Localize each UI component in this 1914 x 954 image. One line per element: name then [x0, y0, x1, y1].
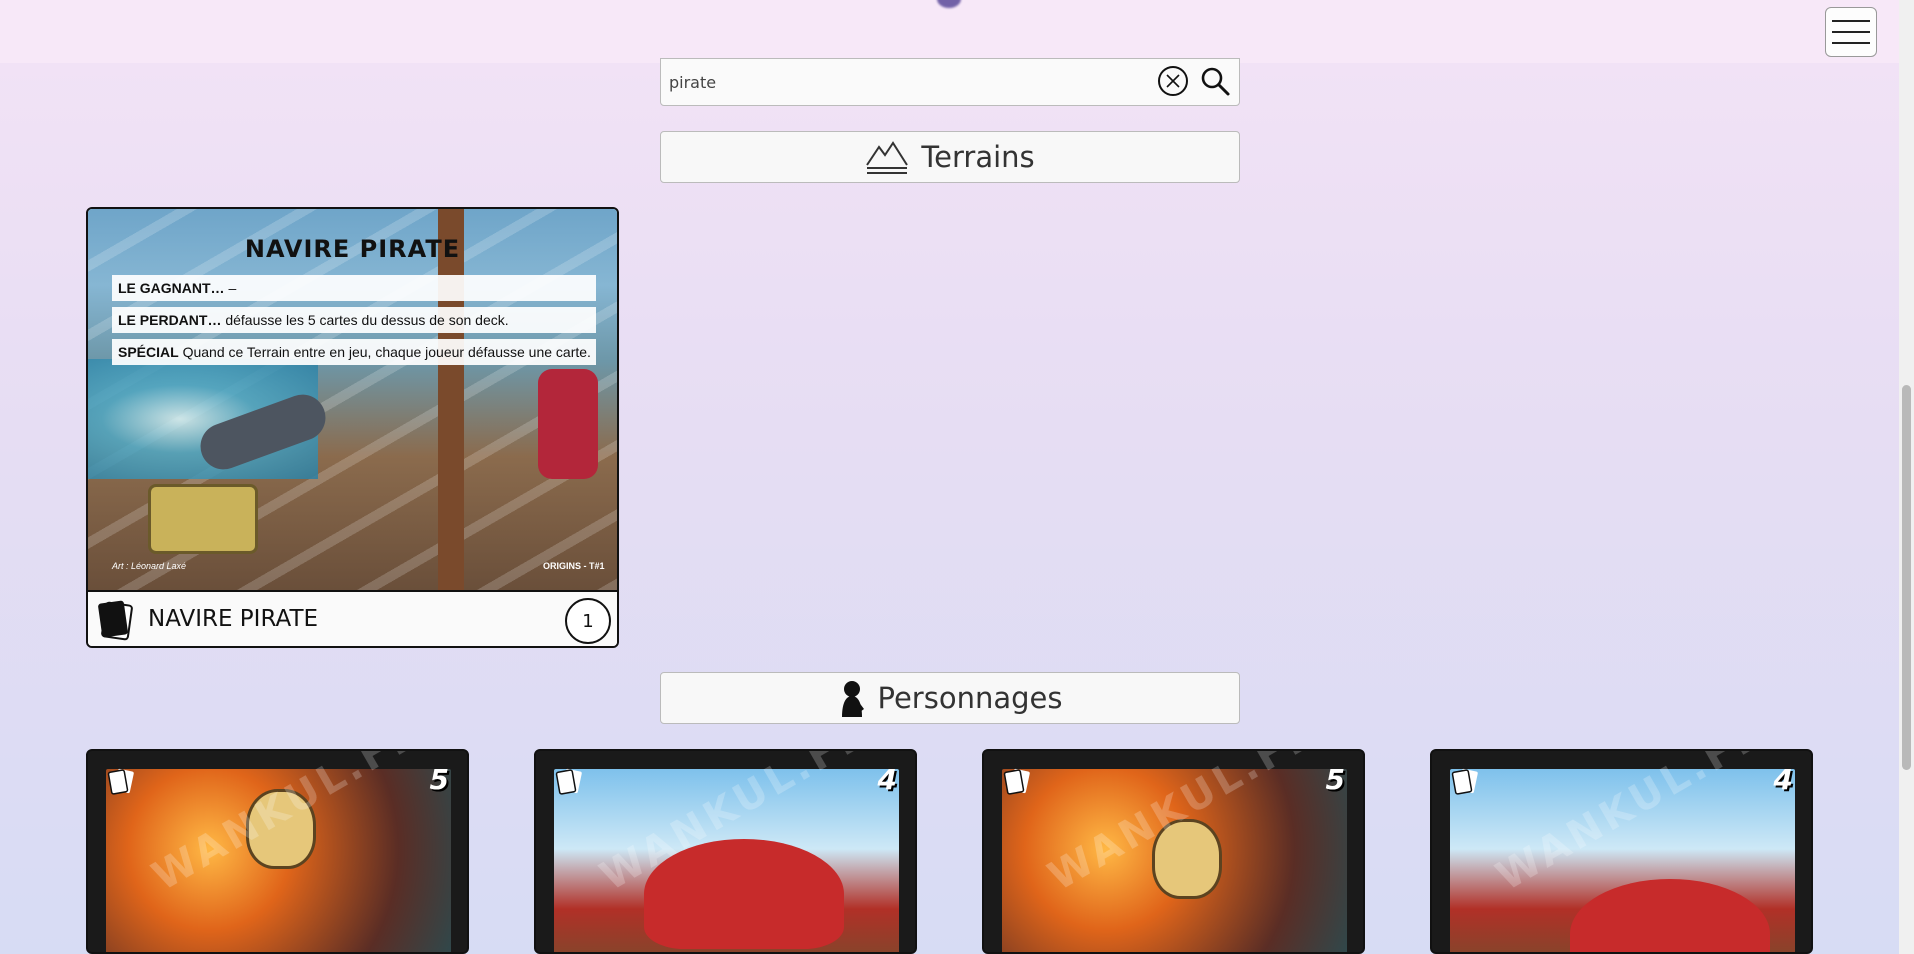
terrain-card-art: NAVIRE PIRATE LE GAGNANT… – LE PERDANT… …	[88, 209, 617, 590]
card-deck-icon	[98, 600, 133, 641]
card-name: NAVIRE PIRATE	[148, 606, 319, 632]
rule-text: Quand ce Terrain entre en jeu, chaque jo…	[178, 344, 591, 360]
hamburger-icon-line	[1832, 31, 1870, 33]
mountains-icon	[866, 141, 909, 174]
search-bar	[660, 58, 1240, 106]
art-mast	[438, 209, 464, 590]
terrain-card-navire-pirate[interactable]: NAVIRE PIRATE LE GAGNANT… – LE PERDANT… …	[86, 207, 619, 648]
card-footer: NAVIRE PIRATE 1	[88, 590, 617, 646]
character-card[interactable]: WANKUL.FR 4	[1430, 749, 1813, 954]
section-header-terrains[interactable]: Terrains	[660, 131, 1240, 183]
card-deck-icon	[1003, 768, 1030, 795]
rule-winner: LE GAGNANT… –	[112, 275, 596, 301]
menu-button[interactable]	[1825, 7, 1877, 57]
close-circle-icon	[1158, 66, 1188, 96]
search-icon	[1201, 67, 1230, 96]
art-hat	[1570, 879, 1770, 952]
section-header-personnages[interactable]: Personnages	[660, 672, 1240, 724]
search-button[interactable]	[1199, 65, 1231, 97]
logo-dot	[937, 0, 961, 8]
scrollbar-thumb[interactable]	[1902, 385, 1911, 770]
top-bar	[0, 0, 1914, 63]
card-deck-icon	[1451, 768, 1478, 795]
card-cost: 4	[877, 763, 897, 796]
card-cost: 4	[1773, 763, 1793, 796]
card-art-title: NAVIRE PIRATE	[244, 235, 461, 263]
search-input[interactable]	[669, 67, 1149, 97]
rule-key: SPÉCIAL	[118, 344, 179, 360]
character-silhouette-icon	[841, 681, 864, 717]
clear-search-button[interactable]	[1157, 65, 1189, 97]
section-title: Personnages	[877, 681, 1063, 715]
hamburger-icon-line	[1832, 42, 1870, 44]
card-count-badge: 1	[565, 598, 611, 644]
rule-key: LE GAGNANT…	[118, 280, 225, 296]
rule-key: LE PERDANT…	[118, 312, 222, 328]
rule-loser: LE PERDANT… défausse les 5 cartes du des…	[112, 307, 596, 333]
character-card[interactable]: WANKUL.FR 5	[86, 749, 469, 954]
rule-special: SPÉCIAL Quand ce Terrain entre en jeu, c…	[112, 339, 596, 365]
page-scrollbar[interactable]	[1899, 0, 1914, 954]
art-credit: Art : Léonard Laxé	[112, 561, 187, 571]
card-cost: 5	[1325, 763, 1345, 796]
character-card[interactable]: WANKUL.FR 5	[982, 749, 1365, 954]
set-code: ORIGINS - T#1	[543, 561, 605, 571]
rule-text: défausse les 5 cartes du dessus de son d…	[221, 312, 509, 328]
art-barrel	[538, 369, 598, 479]
card-deck-icon	[555, 768, 582, 795]
card-cost: 5	[429, 763, 449, 796]
character-card[interactable]: WANKUL.FR 4	[534, 749, 917, 954]
card-deck-icon	[107, 768, 134, 795]
rule-text: –	[224, 280, 237, 296]
art-chest	[148, 484, 258, 554]
section-title: Terrains	[921, 140, 1035, 174]
hamburger-icon-line	[1832, 20, 1870, 22]
